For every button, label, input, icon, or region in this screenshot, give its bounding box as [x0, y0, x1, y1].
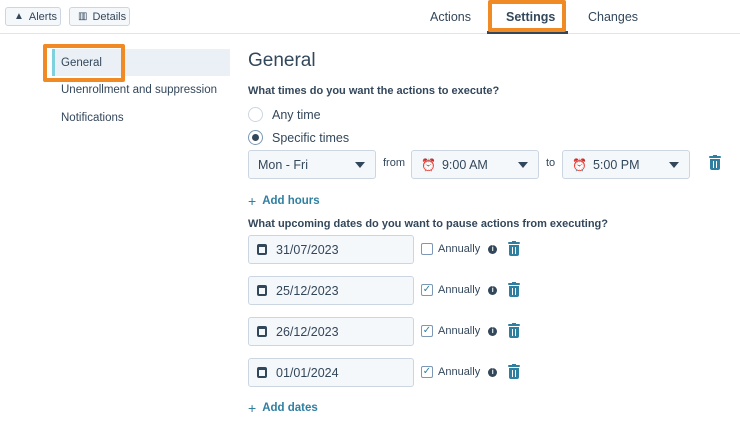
- radio-any-time-label: Any time: [272, 107, 321, 122]
- details-label: Details: [92, 10, 127, 23]
- sidebar-item-notifications[interactable]: Notifications: [61, 112, 124, 124]
- pause-date-field-1[interactable]: 31/07/2023: [248, 235, 414, 264]
- to-time-select[interactable]: ⏰ 5:00 PM: [562, 150, 690, 179]
- top-bar: ▲ Alerts ▥ Details Actions Settings Chan…: [0, 0, 740, 34]
- chevron-down-icon: [355, 162, 365, 168]
- times-question: What times do you want the actions to ex…: [248, 85, 500, 97]
- pause-date-field-4[interactable]: 01/01/2024: [248, 358, 414, 387]
- tab-changes[interactable]: Changes: [588, 0, 638, 34]
- to-time-value: 5:00 PM: [592, 157, 640, 172]
- radio-specific-times[interactable]: Specific times: [248, 130, 349, 145]
- pause-date-value-4: 01/01/2024: [276, 365, 339, 380]
- general-item-highlight: [43, 44, 125, 82]
- plus-icon: +: [248, 193, 257, 209]
- pause-date-field-3[interactable]: 26/12/2023: [248, 317, 414, 346]
- details-button[interactable]: ▥ Details: [69, 7, 130, 26]
- radio-specific-times-label: Specific times: [272, 130, 350, 145]
- dates-question: What upcoming dates do you want to pause…: [248, 218, 608, 230]
- bar-chart-icon: ▥: [78, 11, 88, 22]
- sidebar-item-unenrollment[interactable]: Unenrollment and suppression: [61, 84, 217, 96]
- alerts-label: Alerts: [28, 10, 58, 23]
- days-select[interactable]: Mon - Fri: [248, 150, 376, 179]
- calendar-icon: [257, 367, 267, 378]
- annually-checkbox-1[interactable]: [421, 243, 433, 255]
- annually-checkbox-4[interactable]: ✓: [421, 366, 433, 378]
- from-time-value: 9:00 AM: [441, 157, 488, 172]
- annually-label-1: Annually: [438, 243, 481, 255]
- delete-hours-icon[interactable]: [709, 155, 721, 170]
- days-select-value: Mon - Fri: [258, 157, 308, 172]
- pause-date-field-2[interactable]: 25/12/2023: [248, 276, 414, 305]
- add-dates-label: Add dates: [262, 402, 318, 414]
- annually-checkbox-2[interactable]: ✓: [421, 284, 433, 296]
- calendar-icon: [257, 326, 267, 337]
- from-label: from: [383, 157, 405, 169]
- add-hours-button[interactable]: + Add hours: [248, 193, 320, 209]
- pause-date-value-3: 26/12/2023: [276, 324, 339, 339]
- delete-date-icon-3[interactable]: [508, 323, 520, 338]
- radio-specific-times-control[interactable]: [248, 130, 263, 145]
- chevron-down-icon: [518, 162, 528, 168]
- alarm-clock-icon: ⏰: [572, 157, 587, 172]
- page-title: General: [248, 50, 316, 71]
- delete-date-icon-2[interactable]: [508, 282, 520, 297]
- from-time-select[interactable]: ⏰ 9:00 AM: [411, 150, 539, 179]
- chevron-down-icon: [669, 162, 679, 168]
- add-dates-button[interactable]: + Add dates: [248, 400, 318, 416]
- add-hours-label: Add hours: [262, 195, 320, 207]
- tab-actions[interactable]: Actions: [430, 0, 471, 34]
- info-icon[interactable]: i: [488, 326, 498, 336]
- radio-any-time-control[interactable]: [248, 107, 263, 122]
- radio-any-time[interactable]: Any time: [248, 107, 321, 122]
- pause-date-value-2: 25/12/2023: [276, 283, 339, 298]
- annually-row-3[interactable]: ✓ Annually i: [421, 325, 498, 337]
- annually-row-4[interactable]: ✓ Annually i: [421, 366, 498, 378]
- annually-label-3: Annually: [438, 325, 481, 337]
- to-label: to: [546, 157, 556, 169]
- annually-checkbox-3[interactable]: ✓: [421, 325, 433, 337]
- calendar-icon: [257, 244, 267, 255]
- pause-date-value-1: 31/07/2023: [276, 242, 339, 257]
- plus-icon: +: [248, 400, 257, 416]
- info-icon[interactable]: i: [488, 367, 498, 377]
- info-icon[interactable]: i: [488, 285, 498, 295]
- annually-label-4: Annually: [438, 366, 481, 378]
- delete-date-icon-1[interactable]: [508, 241, 520, 256]
- info-icon[interactable]: i: [488, 244, 498, 254]
- annually-label-2: Annually: [438, 284, 481, 296]
- annually-row-1[interactable]: Annually i: [421, 243, 498, 255]
- alerts-button[interactable]: ▲ Alerts: [5, 7, 61, 26]
- calendar-icon: [257, 285, 267, 296]
- delete-date-icon-4[interactable]: [508, 364, 520, 379]
- settings-tab-highlight: [488, 0, 566, 32]
- warning-icon: ▲: [14, 11, 24, 22]
- annually-row-2[interactable]: ✓ Annually i: [421, 284, 498, 296]
- alarm-clock-icon: ⏰: [421, 157, 436, 172]
